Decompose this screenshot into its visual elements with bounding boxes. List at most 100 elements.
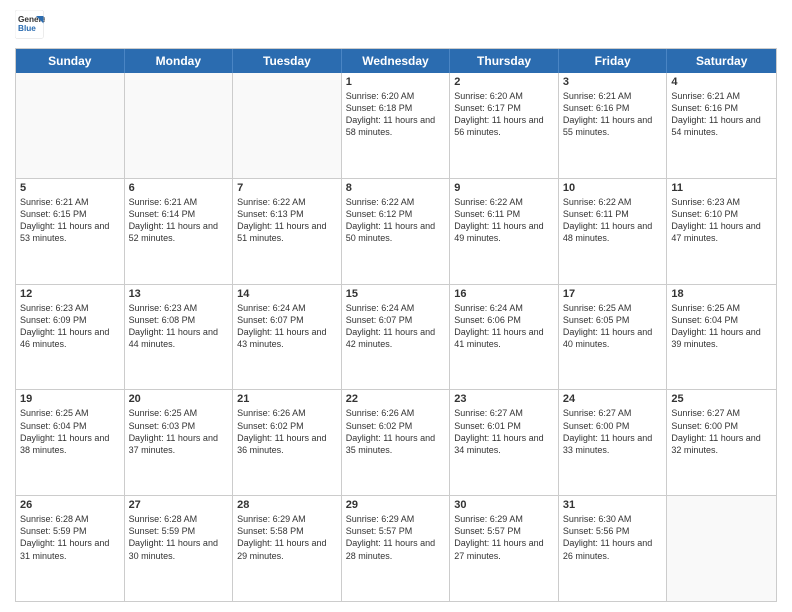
day-number: 27 (129, 499, 229, 511)
day-number: 13 (129, 288, 229, 300)
calendar-cell: 18 Sunrise: 6:25 AM Sunset: 6:04 PM Dayli… (667, 285, 776, 390)
day-number: 5 (20, 182, 120, 194)
calendar: Sunday Monday Tuesday Wednesday Thursday… (15, 48, 777, 602)
calendar-body: 1Sunrise: 6:20 AM Sunset: 6:18 PM Daylig… (16, 73, 776, 601)
calendar-cell: 12 Sunrise: 6:23 AM Sunset: 6:09 PM Dayli… (16, 285, 125, 390)
cell-info: Sunrise: 6:25 AM Sunset: 6:04 PM Dayligh… (20, 407, 120, 456)
cell-info: Sunrise: 6:26 AM Sunset: 6:02 PM Dayligh… (346, 407, 446, 456)
cell-info: Sunrise: 6:21 AM Sunset: 6:16 PM Dayligh… (671, 90, 772, 139)
cell-info: Sunrise: 6:29 AM Sunset: 5:57 PM Dayligh… (454, 513, 554, 562)
calendar-cell: 28 Sunrise: 6:29 AM Sunset: 5:58 PM Dayli… (233, 496, 342, 601)
cell-info: Sunrise: 6:28 AM Sunset: 5:59 PM Dayligh… (129, 513, 229, 562)
calendar-row-3: 12 Sunrise: 6:23 AM Sunset: 6:09 PM Dayli… (16, 285, 776, 391)
calendar-cell: 2 Sunrise: 6:20 AM Sunset: 6:17 PM Daylig… (450, 73, 559, 178)
logo: General Blue (15, 10, 45, 40)
header-monday: Monday (125, 49, 234, 73)
day-number: 16 (454, 288, 554, 300)
calendar-cell: 1Sunrise: 6:20 AM Sunset: 6:18 PM Daylig… (342, 73, 451, 178)
header-saturday: Saturday (667, 49, 776, 73)
cell-info: Sunrise: 6:29 AM Sunset: 5:57 PM Dayligh… (346, 513, 446, 562)
logo-icon: General Blue (15, 10, 45, 40)
day-number: 31 (563, 499, 663, 511)
cell-info: Sunrise: 6:25 AM Sunset: 6:04 PM Dayligh… (671, 302, 772, 351)
day-number: 30 (454, 499, 554, 511)
cell-info: Sunrise: 6:23 AM Sunset: 6:09 PM Dayligh… (20, 302, 120, 351)
header: General Blue (15, 10, 777, 40)
cell-info: Sunrise: 6:22 AM Sunset: 6:13 PM Dayligh… (237, 196, 337, 245)
day-number: 15 (346, 288, 446, 300)
day-number: 6 (129, 182, 229, 194)
day-number: 24 (563, 393, 663, 405)
calendar-cell: 7 Sunrise: 6:22 AM Sunset: 6:13 PM Daylig… (233, 179, 342, 284)
calendar-cell: 6Sunrise: 6:21 AM Sunset: 6:14 PM Daylig… (125, 179, 234, 284)
calendar-cell: 27 Sunrise: 6:28 AM Sunset: 5:59 PM Dayli… (125, 496, 234, 601)
calendar-cell: 13Sunrise: 6:23 AM Sunset: 6:08 PM Dayli… (125, 285, 234, 390)
svg-text:Blue: Blue (18, 24, 36, 33)
day-number: 3 (563, 76, 663, 88)
cell-info: Sunrise: 6:22 AM Sunset: 6:11 PM Dayligh… (563, 196, 663, 245)
day-number: 17 (563, 288, 663, 300)
cell-info: Sunrise: 6:28 AM Sunset: 5:59 PM Dayligh… (20, 513, 120, 562)
calendar-cell: 23Sunrise: 6:27 AM Sunset: 6:01 PM Dayli… (450, 390, 559, 495)
calendar-cell: 30 Sunrise: 6:29 AM Sunset: 5:57 PM Dayli… (450, 496, 559, 601)
calendar-cell (125, 73, 234, 178)
day-number: 8 (346, 182, 446, 194)
calendar-cell: 10 Sunrise: 6:22 AM Sunset: 6:11 PM Dayli… (559, 179, 668, 284)
calendar-cell: 11 Sunrise: 6:23 AM Sunset: 6:10 PM Dayli… (667, 179, 776, 284)
calendar-cell (667, 496, 776, 601)
calendar-row-5: 26 Sunrise: 6:28 AM Sunset: 5:59 PM Dayli… (16, 496, 776, 601)
day-number: 18 (671, 288, 772, 300)
cell-info: Sunrise: 6:22 AM Sunset: 6:12 PM Dayligh… (346, 196, 446, 245)
calendar-row-2: 5 Sunrise: 6:21 AM Sunset: 6:15 PM Daylig… (16, 179, 776, 285)
calendar-cell: 24Sunrise: 6:27 AM Sunset: 6:00 PM Dayli… (559, 390, 668, 495)
day-number: 7 (237, 182, 337, 194)
header-tuesday: Tuesday (233, 49, 342, 73)
calendar-cell: 29 Sunrise: 6:29 AM Sunset: 5:57 PM Dayli… (342, 496, 451, 601)
cell-info: Sunrise: 6:24 AM Sunset: 6:07 PM Dayligh… (346, 302, 446, 351)
cell-info: Sunrise: 6:23 AM Sunset: 6:10 PM Dayligh… (671, 196, 772, 245)
cell-info: Sunrise: 6:30 AM Sunset: 5:56 PM Dayligh… (563, 513, 663, 562)
header-thursday: Thursday (450, 49, 559, 73)
day-number: 22 (346, 393, 446, 405)
day-number: 11 (671, 182, 772, 194)
calendar-cell: 21Sunrise: 6:26 AM Sunset: 6:02 PM Dayli… (233, 390, 342, 495)
day-number: 26 (20, 499, 120, 511)
calendar-cell: 14 Sunrise: 6:24 AM Sunset: 6:07 PM Dayli… (233, 285, 342, 390)
calendar-row-1: 1Sunrise: 6:20 AM Sunset: 6:18 PM Daylig… (16, 73, 776, 179)
day-number: 14 (237, 288, 337, 300)
day-number: 2 (454, 76, 554, 88)
day-number: 10 (563, 182, 663, 194)
calendar-cell: 19 Sunrise: 6:25 AM Sunset: 6:04 PM Dayli… (16, 390, 125, 495)
day-number: 9 (454, 182, 554, 194)
calendar-cell (16, 73, 125, 178)
header-sunday: Sunday (16, 49, 125, 73)
calendar-cell: 22 Sunrise: 6:26 AM Sunset: 6:02 PM Dayli… (342, 390, 451, 495)
day-number: 21 (237, 393, 337, 405)
cell-info: Sunrise: 6:21 AM Sunset: 6:16 PM Dayligh… (563, 90, 663, 139)
calendar-header: Sunday Monday Tuesday Wednesday Thursday… (16, 49, 776, 73)
day-number: 23 (454, 393, 554, 405)
calendar-cell: 25Sunrise: 6:27 AM Sunset: 6:00 PM Dayli… (667, 390, 776, 495)
calendar-cell: 9Sunrise: 6:22 AM Sunset: 6:11 PM Daylig… (450, 179, 559, 284)
day-number: 4 (671, 76, 772, 88)
calendar-cell: 5 Sunrise: 6:21 AM Sunset: 6:15 PM Daylig… (16, 179, 125, 284)
calendar-cell: 20Sunrise: 6:25 AM Sunset: 6:03 PM Dayli… (125, 390, 234, 495)
cell-info: Sunrise: 6:20 AM Sunset: 6:17 PM Dayligh… (454, 90, 554, 139)
calendar-row-4: 19 Sunrise: 6:25 AM Sunset: 6:04 PM Dayli… (16, 390, 776, 496)
day-number: 28 (237, 499, 337, 511)
header-wednesday: Wednesday (342, 49, 451, 73)
calendar-cell: 15 Sunrise: 6:24 AM Sunset: 6:07 PM Dayli… (342, 285, 451, 390)
cell-info: Sunrise: 6:25 AM Sunset: 6:05 PM Dayligh… (563, 302, 663, 351)
header-friday: Friday (559, 49, 668, 73)
calendar-cell: 26 Sunrise: 6:28 AM Sunset: 5:59 PM Dayli… (16, 496, 125, 601)
cell-info: Sunrise: 6:29 AM Sunset: 5:58 PM Dayligh… (237, 513, 337, 562)
cell-info: Sunrise: 6:27 AM Sunset: 6:00 PM Dayligh… (671, 407, 772, 456)
day-number: 29 (346, 499, 446, 511)
cell-info: Sunrise: 6:20 AM Sunset: 6:18 PM Dayligh… (346, 90, 446, 139)
cell-info: Sunrise: 6:25 AM Sunset: 6:03 PM Dayligh… (129, 407, 229, 456)
day-number: 12 (20, 288, 120, 300)
cell-info: Sunrise: 6:24 AM Sunset: 6:07 PM Dayligh… (237, 302, 337, 351)
day-number: 19 (20, 393, 120, 405)
cell-info: Sunrise: 6:21 AM Sunset: 6:15 PM Dayligh… (20, 196, 120, 245)
calendar-cell: 31 Sunrise: 6:30 AM Sunset: 5:56 PM Dayli… (559, 496, 668, 601)
